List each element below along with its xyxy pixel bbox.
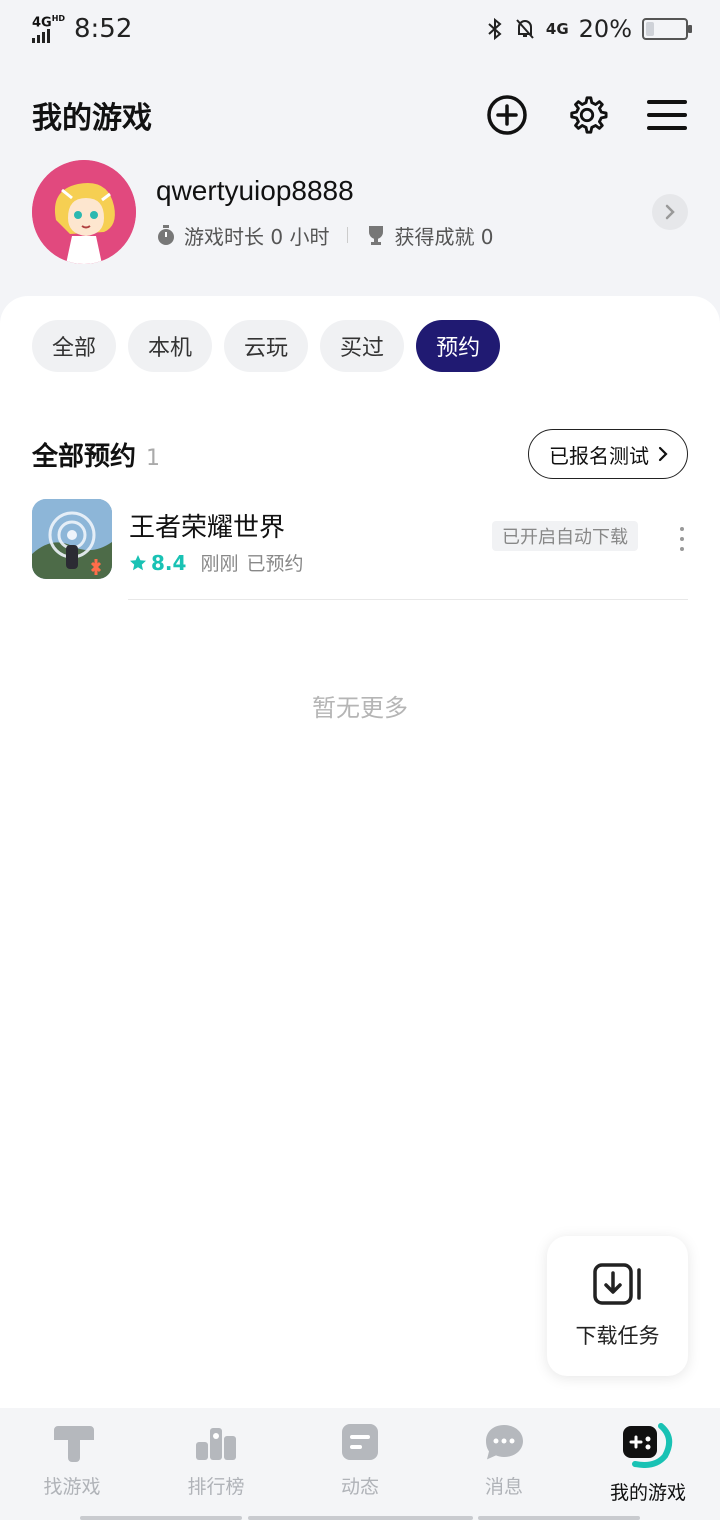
menu-icon: [647, 100, 687, 130]
download-task-label: 下载任务: [575, 1324, 660, 1348]
home-indicator: [80, 1516, 242, 1520]
status-time: 8:52: [74, 14, 133, 44]
section-header: 全部预约 1 已报名测试: [32, 428, 688, 480]
battery-percent: 20%: [578, 15, 632, 43]
mobile-data-indicator: 4G: [545, 20, 569, 38]
home-indicator: [248, 1516, 473, 1520]
menu-button[interactable]: [646, 94, 688, 136]
empty-hint: 暂无更多: [312, 694, 408, 722]
list-item[interactable]: 王者荣耀世界 8.4 刚刚 已预约 已开启自动下载: [32, 499, 688, 600]
signal-icon: 4GHD: [32, 15, 66, 43]
username: qwertyuiop8888: [156, 174, 354, 206]
header: 我的游戏: [0, 80, 720, 150]
download-task-icon: [592, 1263, 641, 1305]
feed-icon: [342, 1424, 378, 1460]
reserve-status: 已预约: [246, 553, 304, 575]
stopwatch-icon: [158, 225, 174, 245]
game-icon[interactable]: [32, 499, 112, 579]
nav-label: 消息: [484, 1476, 523, 1498]
message-icon: [486, 1425, 523, 1460]
my-games-icon: [623, 1423, 673, 1468]
tab-local[interactable]: 本机: [128, 320, 213, 372]
avatar[interactable]: [32, 160, 136, 264]
page-title: 我的游戏: [32, 101, 152, 136]
chevron-right-icon: [665, 204, 675, 220]
signed-test-button[interactable]: 已报名测试: [528, 429, 688, 479]
bottom-nav: 找游戏 排行榜 动态 消息 我的游戏: [0, 1408, 720, 1520]
battery-icon: [642, 18, 692, 40]
nav-label: 找游戏: [43, 1476, 101, 1498]
star-icon: [130, 554, 146, 570]
status-bar: 4GHD 8:52 4G 20%: [0, 0, 720, 58]
nav-leaderboard[interactable]: 排行榜: [144, 1408, 288, 1520]
nav-label: 动态: [340, 1476, 379, 1498]
achievement-stat: 获得成就 0: [394, 224, 494, 249]
add-circle-icon: [487, 95, 527, 135]
more-options-button[interactable]: [676, 527, 688, 551]
home-indicator: [478, 1516, 640, 1520]
divider: [128, 599, 688, 600]
tab-purchased[interactable]: 买过: [320, 320, 405, 372]
nav-label: 排行榜: [187, 1476, 245, 1498]
find-games-icon: [54, 1426, 94, 1462]
nav-label: 我的游戏: [609, 1482, 686, 1504]
tab-all[interactable]: 全部: [32, 320, 117, 372]
reserve-time: 刚刚: [200, 553, 239, 575]
tab-reserved[interactable]: 预约: [416, 320, 501, 372]
profile-detail-button[interactable]: [652, 194, 688, 230]
tab-cloud[interactable]: 云玩: [224, 320, 309, 372]
section-title: 全部预约 1: [32, 441, 161, 472]
leaderboard-icon: [196, 1428, 236, 1460]
nav-find-games[interactable]: 找游戏: [0, 1408, 144, 1520]
bluetooth-icon: [488, 17, 502, 41]
game-rating: 8.4: [129, 551, 186, 575]
download-task-button[interactable]: 下载任务: [547, 1236, 688, 1376]
auto-download-badge: 已开启自动下载: [492, 521, 638, 551]
nav-messages[interactable]: 消息: [432, 1408, 576, 1520]
silent-bell-icon: [516, 19, 534, 39]
profile-card[interactable]: qwertyuiop8888 游戏时长 0 小时 获得成就 0: [32, 160, 688, 264]
signed-test-label: 已报名测试: [549, 443, 649, 468]
nav-my-games[interactable]: 我的游戏: [576, 1408, 720, 1520]
game-title: 王者荣耀世界: [129, 513, 286, 543]
filter-tabs: 全部 本机 云玩 买过 预约: [32, 320, 501, 372]
section-count: 1: [146, 445, 161, 471]
chevron-right-icon: [658, 446, 668, 462]
trophy-icon: [369, 226, 384, 245]
add-game-button[interactable]: [486, 94, 528, 136]
nav-feed[interactable]: 动态: [288, 1408, 432, 1520]
settings-button[interactable]: [566, 94, 608, 136]
playtime-stat: 游戏时长 0 小时: [184, 224, 330, 249]
gear-icon: [570, 96, 608, 134]
